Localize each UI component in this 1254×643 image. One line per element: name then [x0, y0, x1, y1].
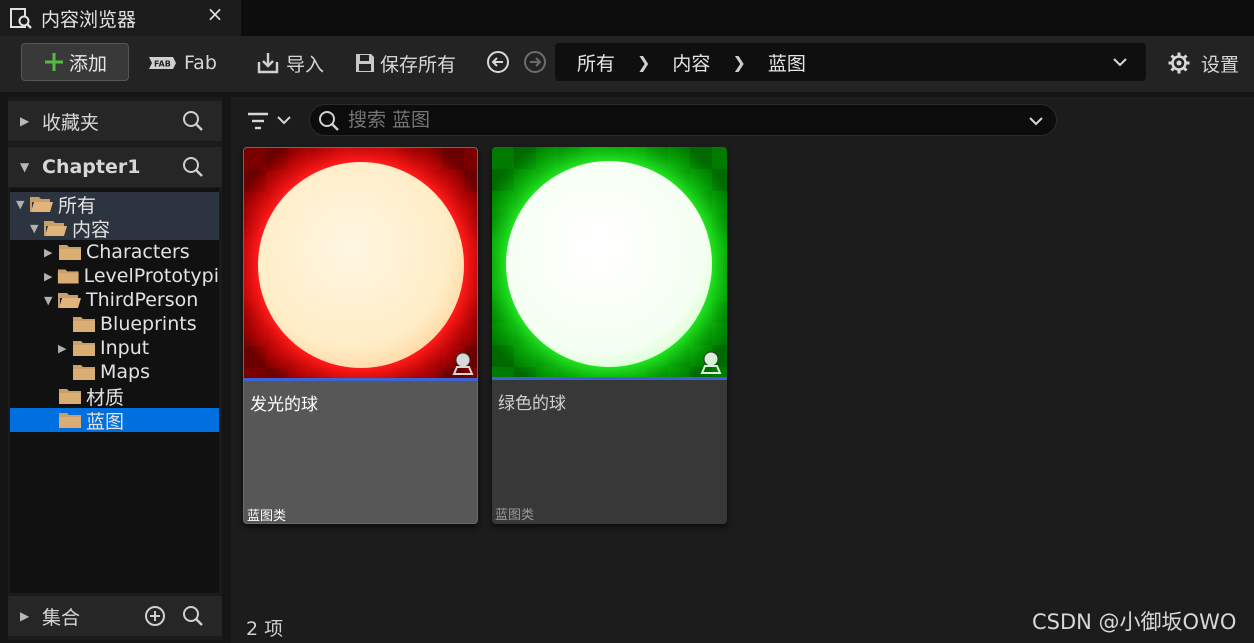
chevron-down-icon[interactable]: ▼ — [16, 198, 30, 211]
settings-label: 设置 — [1201, 53, 1240, 76]
filter-icon[interactable] — [246, 110, 296, 132]
tab-content-browser[interactable]: 内容浏览器 × — [0, 0, 241, 36]
tab-title: 内容浏览器 — [41, 8, 137, 31]
folder-icon — [73, 365, 95, 380]
tree-item[interactable]: Maps — [10, 360, 219, 384]
breadcrumb-item-all[interactable]: 所有 — [577, 49, 615, 76]
search-bar[interactable] — [309, 104, 1057, 136]
import-button[interactable]: 导入 — [256, 45, 324, 81]
tree-item[interactable]: ▼ ThirdPerson — [10, 288, 219, 312]
chevron-down-icon[interactable] — [1112, 56, 1128, 68]
tree-item[interactable]: ▶ Characters — [10, 240, 219, 264]
item-count: 2 项 — [246, 618, 284, 640]
collections-header[interactable]: ▶ 集合 — [8, 596, 222, 636]
asset-thumbnail — [244, 148, 477, 378]
chevron-right-icon[interactable]: ▶ — [44, 270, 57, 283]
blueprint-actor-icon — [452, 352, 474, 375]
asset-tile-green-ball[interactable]: 绿色的球 蓝图类 — [492, 147, 727, 524]
chevron-right-icon[interactable]: ❯ — [732, 53, 745, 72]
tree-item-label: Input — [100, 337, 150, 359]
breadcrumb-item-blueprints[interactable]: 蓝图 — [768, 49, 806, 76]
blueprint-actor-icon — [700, 351, 722, 374]
search-icon[interactable] — [182, 110, 204, 132]
forward-icon[interactable] — [523, 50, 547, 74]
folder-open-icon — [58, 293, 81, 308]
close-icon[interactable]: × — [206, 2, 224, 26]
asset-type: 蓝图类 — [495, 508, 535, 523]
folder-icon — [58, 269, 79, 284]
breadcrumb-item-content[interactable]: 内容 — [672, 49, 710, 76]
tree-item-label: ThirdPerson — [86, 289, 199, 311]
back-icon[interactable] — [486, 50, 510, 74]
asset-type-stripe — [244, 378, 477, 381]
breadcrumb: 所有 ❯ 内容 ❯ 蓝图 — [555, 43, 1146, 81]
tree-item[interactable]: ▶ Input — [10, 336, 219, 360]
folder-icon — [59, 245, 81, 260]
tree-item[interactable]: ▼ 内容 — [10, 216, 219, 241]
search-icon[interactable] — [182, 156, 204, 178]
chevron-down-icon[interactable]: ▼ — [20, 160, 32, 174]
asset-type-stripe — [492, 377, 727, 380]
chevron-down-icon[interactable]: ▼ — [44, 294, 58, 307]
folder-icon — [73, 317, 95, 332]
tree-item-label: 材质 — [86, 386, 125, 409]
search-icon[interactable] — [182, 605, 204, 627]
fab-icon: FAB — [149, 57, 176, 69]
search-icon — [319, 111, 339, 131]
asset-tile-glowing-ball[interactable]: 发光的球 蓝图类 — [243, 147, 478, 524]
asset-name: 发光的球 — [250, 395, 318, 415]
project-label: Chapter1 — [42, 156, 141, 178]
save-all-button[interactable]: 保存所有 — [354, 45, 456, 81]
tree-item-label: Blueprints — [100, 313, 197, 335]
watermark: CSDN @小御坂OWO — [1032, 610, 1237, 634]
tree-item-label: 蓝图 — [86, 410, 125, 433]
folder-open-icon — [44, 221, 67, 236]
chevron-down-icon[interactable]: ▼ — [30, 222, 44, 235]
chevron-down-icon[interactable] — [1028, 115, 1044, 127]
import-icon — [257, 53, 279, 74]
chevron-right-icon[interactable]: ▶ — [58, 342, 72, 355]
asset-type: 蓝图类 — [247, 509, 287, 524]
tree-item-label: Characters — [86, 241, 190, 263]
folder-open-icon — [30, 197, 53, 212]
project-header[interactable]: ▼ Chapter1 — [8, 147, 222, 187]
save-icon — [356, 54, 374, 72]
fab-button[interactable]: FAB Fab — [146, 45, 217, 81]
chevron-right-icon[interactable]: ▶ — [20, 609, 32, 623]
chevron-right-icon[interactable]: ▶ — [44, 246, 58, 259]
tree-item[interactable]: 蓝图 — [10, 408, 219, 433]
folder-icon — [59, 389, 81, 404]
folder-icon — [73, 341, 95, 356]
plus-icon — [44, 53, 63, 71]
tree-item[interactable]: ▶ LevelPrototypi — [10, 264, 219, 288]
asset-name: 绿色的球 — [498, 394, 566, 414]
fab-label: Fab — [184, 52, 217, 74]
tree-item[interactable]: 材质 — [10, 384, 219, 409]
tree-item[interactable]: Blueprints — [10, 312, 219, 336]
add-button-label: 添加 — [68, 52, 107, 75]
tree-item-label: 内容 — [72, 218, 111, 241]
settings-button[interactable]: 设置 — [1167, 45, 1239, 81]
asset-thumbnail — [492, 147, 727, 377]
add-button[interactable]: 添加 — [21, 43, 129, 81]
tree-item[interactable]: ▼ 所有 — [10, 192, 219, 217]
save-all-label: 保存所有 — [380, 53, 457, 76]
import-label: 导入 — [286, 53, 325, 76]
favorites-label: 收藏夹 — [42, 111, 100, 134]
gear-icon — [1168, 52, 1190, 74]
favorites-header[interactable]: ▶ 收藏夹 — [8, 101, 222, 141]
tree-item-label: LevelPrototypi — [83, 265, 219, 287]
content-browser-icon — [10, 8, 32, 29]
search-input[interactable] — [348, 108, 1008, 132]
chevron-right-icon[interactable]: ▶ — [20, 114, 32, 128]
folder-icon — [59, 413, 81, 428]
folder-tree: ▼ 所有 ▼ 内容 ▶ Characters ▶ LevelPrototypi ▼ ThirdPe… — [10, 188, 219, 593]
tree-item-label: Maps — [100, 361, 150, 383]
svg-text:FAB: FAB — [154, 60, 171, 69]
collections-label: 集合 — [42, 606, 81, 629]
tree-item-label: 所有 — [58, 194, 97, 217]
chevron-right-icon[interactable]: ❯ — [637, 53, 650, 72]
add-collection-icon[interactable] — [144, 605, 166, 627]
